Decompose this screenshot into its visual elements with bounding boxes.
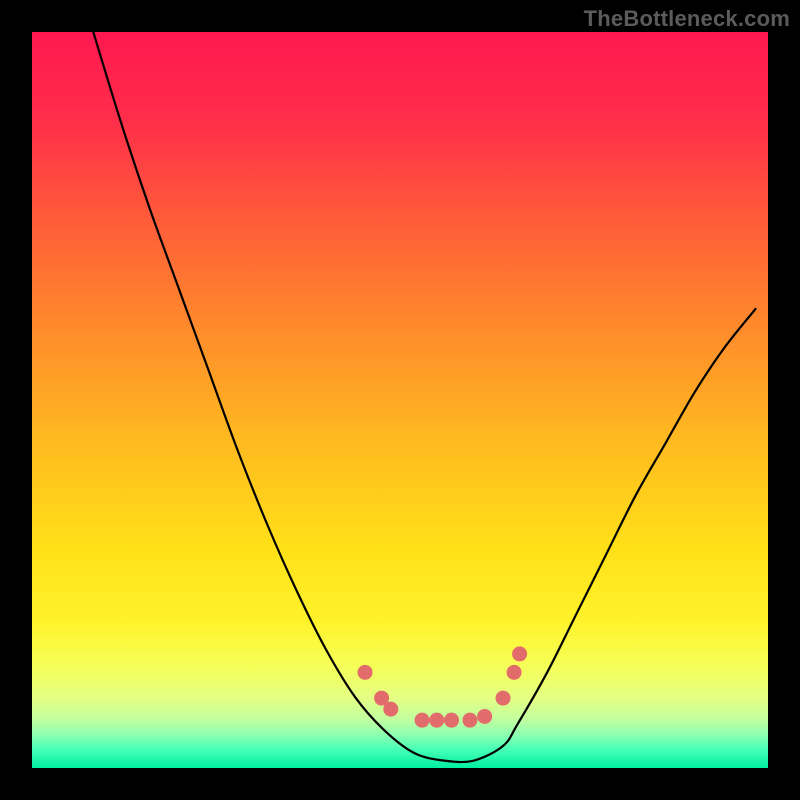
curve-marker (358, 665, 373, 680)
curve-marker (415, 713, 430, 728)
curve-marker (477, 709, 492, 724)
curve-marker (444, 713, 459, 728)
watermark-text: TheBottleneck.com (584, 6, 790, 32)
curve-marker (383, 702, 398, 717)
curve-marker (496, 691, 511, 706)
curve-marker (512, 646, 527, 661)
bottleneck-curve (32, 32, 768, 768)
curve-marker (462, 713, 477, 728)
chart-frame: TheBottleneck.com (0, 0, 800, 800)
curve-marker (429, 713, 444, 728)
plot-area (32, 32, 768, 768)
curve-marker (507, 665, 522, 680)
